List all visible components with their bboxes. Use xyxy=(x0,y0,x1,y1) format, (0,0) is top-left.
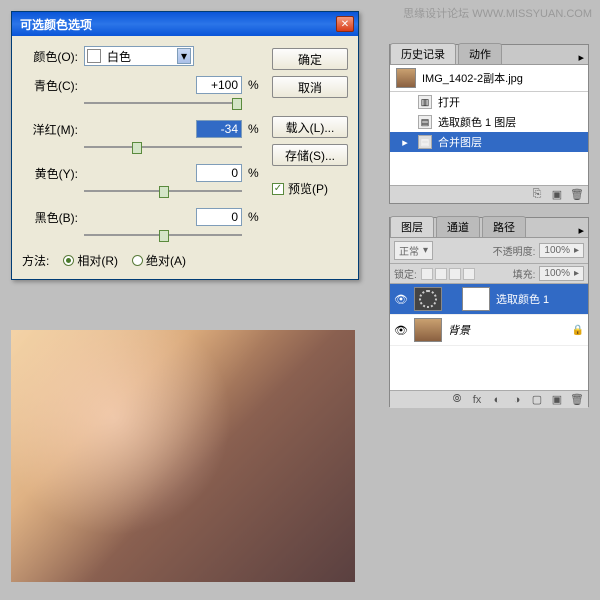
tab-layers[interactable]: 图层 xyxy=(390,216,434,237)
panel-menu-icon[interactable]: ▸ xyxy=(574,224,588,237)
history-brush-icon: ▸ xyxy=(398,135,412,149)
method-absolute-radio[interactable]: 绝对(A) xyxy=(132,252,186,269)
chevron-down-icon: ▾ xyxy=(423,245,428,256)
ok-button[interactable]: 确定 xyxy=(272,48,348,70)
color-label: 颜色(O): xyxy=(22,48,78,65)
cancel-button[interactable]: 取消 xyxy=(272,76,348,98)
percent-label: % xyxy=(248,166,262,180)
adjustment-icon[interactable]: ◑ xyxy=(510,393,524,407)
new-layer-icon[interactable]: ▣ xyxy=(550,393,564,407)
magenta-input[interactable]: -34 xyxy=(196,120,242,138)
trash-icon[interactable]: 🗑 xyxy=(570,393,584,407)
cyan-input[interactable]: +100 xyxy=(196,76,242,94)
blend-mode-dropdown[interactable]: 正常▾ xyxy=(394,241,433,260)
radio-off-icon xyxy=(132,255,143,266)
chevron-right-icon: ▸ xyxy=(574,268,579,279)
fill-label: 填充: xyxy=(513,266,536,281)
selective-color-dialog: 可选颜色选项 ✕ 颜色(O): 白色 ▾ 青色(C): +100 % 洋红(M)… xyxy=(11,11,359,280)
percent-label: % xyxy=(248,122,262,136)
chevron-down-icon[interactable]: ▾ xyxy=(177,48,191,64)
adjustment-thumb-icon xyxy=(414,287,442,311)
history-item-label: 合并图层 xyxy=(438,134,482,150)
document-thumb-icon xyxy=(396,68,416,88)
method-relative-radio[interactable]: 相对(R) xyxy=(63,252,118,269)
cyan-slider[interactable] xyxy=(84,96,242,108)
percent-label: % xyxy=(248,210,262,224)
checkbox-checked-icon: ✓ xyxy=(272,183,284,195)
method-relative-label: 相对(R) xyxy=(77,252,118,269)
black-input[interactable]: 0 xyxy=(196,208,242,226)
layer-icon: ▤ xyxy=(418,115,432,129)
layer-row[interactable]: 👁 背景 🔒 xyxy=(390,315,588,346)
preview-checkbox[interactable]: ✓ 预览(P) xyxy=(272,180,348,197)
method-absolute-label: 绝对(A) xyxy=(146,252,186,269)
lock-icons-group[interactable] xyxy=(421,268,475,280)
magenta-slider[interactable] xyxy=(84,140,242,152)
color-swatch-icon xyxy=(87,49,101,63)
tab-channels[interactable]: 通道 xyxy=(436,216,480,237)
tab-paths[interactable]: 路径 xyxy=(482,216,526,237)
history-source-row[interactable]: IMG_1402-2副本.jpg xyxy=(390,65,588,92)
new-snapshot-icon[interactable]: ⎘ xyxy=(530,188,544,202)
visibility-eye-icon[interactable]: 👁 xyxy=(394,323,408,337)
black-slider[interactable] xyxy=(84,228,242,240)
document-canvas[interactable] xyxy=(11,330,355,582)
history-item-label: 选取颜色 1 图层 xyxy=(438,114,516,130)
yellow-input[interactable]: 0 xyxy=(196,164,242,182)
radio-on-icon xyxy=(63,255,74,266)
panel-menu-icon[interactable]: ▸ xyxy=(574,51,588,64)
lock-label: 锁定: xyxy=(394,266,417,281)
mask-thumb-icon xyxy=(462,287,490,311)
yellow-slider[interactable] xyxy=(84,184,242,196)
history-item[interactable]: ▤ 选取颜色 1 图层 xyxy=(390,112,588,132)
layer-label: 背景 xyxy=(448,322,470,338)
tab-history[interactable]: 历史记录 xyxy=(390,43,456,64)
color-value: 白色 xyxy=(107,48,131,65)
method-label: 方法: xyxy=(22,252,49,269)
color-dropdown[interactable]: 白色 ▾ xyxy=(84,46,194,66)
open-icon: ▥ xyxy=(418,95,432,109)
load-button[interactable]: 载入(L)... xyxy=(272,116,348,138)
magenta-label: 洋红(M): xyxy=(22,121,78,138)
mask-icon[interactable]: ◐ xyxy=(490,393,504,407)
chevron-right-icon: ▸ xyxy=(574,245,579,256)
layer-thumb-icon xyxy=(414,318,442,342)
fx-icon[interactable]: fx xyxy=(470,393,484,407)
tab-actions[interactable]: 动作 xyxy=(458,43,502,64)
trash-icon[interactable]: 🗑 xyxy=(570,188,584,202)
layers-panel: 图层 通道 路径 ▸ 正常▾ 不透明度: 100%▸ 锁定: 填充: 100%▸… xyxy=(389,217,589,407)
history-item[interactable]: ▥ 打开 xyxy=(390,92,588,112)
watermark-text: 思缘设计论坛 WWW.MISSYUAN.COM xyxy=(403,5,592,21)
history-source-label: IMG_1402-2副本.jpg xyxy=(422,70,523,86)
black-label: 黑色(B): xyxy=(22,209,78,226)
history-item[interactable]: ▸ ▤ 合并图层 xyxy=(390,132,588,152)
merge-icon: ▤ xyxy=(418,135,432,149)
fill-input[interactable]: 100%▸ xyxy=(539,266,584,281)
cyan-label: 青色(C): xyxy=(22,77,78,94)
folder-icon[interactable]: ▢ xyxy=(530,393,544,407)
opacity-input[interactable]: 100%▸ xyxy=(539,243,584,258)
dialog-titlebar[interactable]: 可选颜色选项 ✕ xyxy=(12,12,358,36)
history-panel: 历史记录 动作 ▸ IMG_1402-2副本.jpg ▥ 打开 ▤ 选取颜色 1… xyxy=(389,44,589,204)
new-document-icon[interactable]: ▣ xyxy=(550,188,564,202)
visibility-eye-icon[interactable]: 👁 xyxy=(394,292,408,306)
layer-label: 选取颜色 1 xyxy=(496,291,549,307)
save-button[interactable]: 存储(S)... xyxy=(272,144,348,166)
lock-icon: 🔒 xyxy=(572,325,584,336)
percent-label: % xyxy=(248,78,262,92)
layer-row[interactable]: 👁 选取颜色 1 xyxy=(390,284,588,315)
yellow-label: 黄色(Y): xyxy=(22,165,78,182)
dialog-title: 可选颜色选项 xyxy=(16,16,336,33)
preview-label: 预览(P) xyxy=(288,180,328,197)
opacity-label: 不透明度: xyxy=(493,243,536,258)
close-icon[interactable]: ✕ xyxy=(336,16,354,32)
history-item-label: 打开 xyxy=(438,94,460,110)
link-layers-icon[interactable]: ⦾ xyxy=(450,393,464,407)
